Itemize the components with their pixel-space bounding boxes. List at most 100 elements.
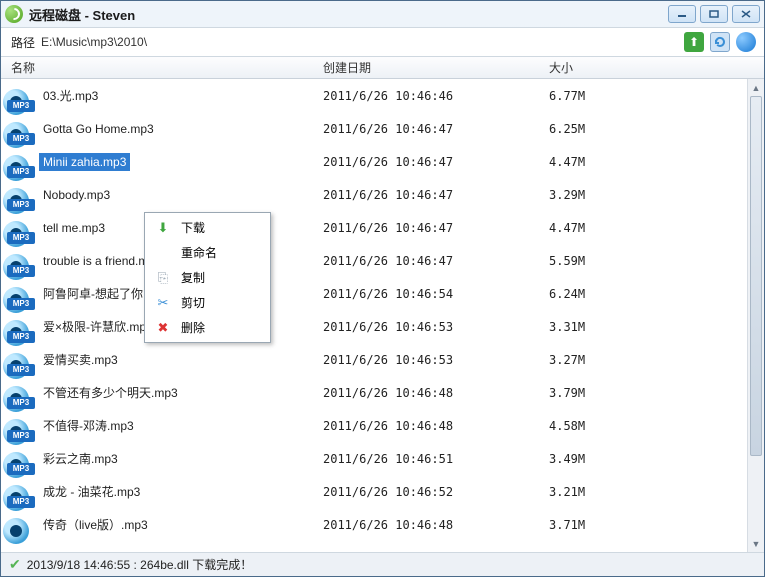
file-row[interactable]: MP3Minii zahia.mp32011/6/26 10:46:474.47… xyxy=(1,145,764,178)
path-bar: 路径 E:\Music\mp3\2010\ ⬆ xyxy=(1,27,764,57)
file-size: 3.49M xyxy=(549,452,764,466)
context-icon xyxy=(155,245,171,261)
scrollbar[interactable]: ▲ ▼ xyxy=(747,79,764,552)
file-name-cell: MP3Nobody.mp3 xyxy=(1,178,323,211)
file-row[interactable]: MP3成龙 - 油菜花.mp32011/6/26 10:46:523.21M xyxy=(1,475,764,508)
window-title: 远程磁盘 - Steven xyxy=(29,5,135,24)
file-name: Nobody.mp3 xyxy=(39,186,114,204)
context-item[interactable]: ✂ 剪切 xyxy=(147,290,268,315)
file-name-cell: MP3彩云之南.mp3 xyxy=(1,442,323,475)
scroll-down-arrow[interactable]: ▼ xyxy=(748,535,764,552)
file-list[interactable]: MP303.光.mp32011/6/26 10:46:466.77MMP3Got… xyxy=(1,79,764,552)
file-size: 4.47M xyxy=(549,221,764,235)
file-name-cell: MP3不值得-邓涛.mp3 xyxy=(1,409,323,442)
file-name-cell: MP3成龙 - 油菜花.mp3 xyxy=(1,475,323,508)
file-size: 3.31M xyxy=(549,320,764,334)
file-name-cell: MP3Minii zahia.mp3 xyxy=(1,145,323,178)
file-size: 3.21M xyxy=(549,485,764,499)
header-date[interactable]: 创建日期 xyxy=(323,59,549,76)
file-size: 3.27M xyxy=(549,353,764,367)
file-size: 6.25M xyxy=(549,122,764,136)
file-size: 6.77M xyxy=(549,89,764,103)
context-item[interactable]: ⎘ 复制 xyxy=(147,265,268,290)
context-label: 剪切 xyxy=(181,294,205,311)
file-row[interactable]: MP3Nobody.mp32011/6/26 10:46:473.29M xyxy=(1,178,764,211)
file-name-cell: MP3传奇（live版）.mp3 xyxy=(1,508,323,541)
context-icon: ⬇ xyxy=(155,220,171,236)
file-date: 2011/6/26 10:46:47 xyxy=(323,122,549,136)
file-name: 03.光.mp3 xyxy=(39,85,102,106)
file-size: 3.71M xyxy=(549,518,764,532)
file-date: 2011/6/26 10:46:54 xyxy=(323,287,549,301)
file-date: 2011/6/26 10:46:48 xyxy=(323,518,549,532)
context-label: 复制 xyxy=(181,269,205,286)
file-date: 2011/6/26 10:46:48 xyxy=(323,419,549,433)
maximize-button[interactable] xyxy=(700,5,728,23)
check-icon: ✔ xyxy=(9,556,21,573)
file-name-cell: MP303.光.mp3 xyxy=(1,79,323,112)
minimize-button[interactable] xyxy=(668,5,696,23)
file-date: 2011/6/26 10:46:47 xyxy=(323,221,549,235)
file-icon xyxy=(3,518,29,544)
path-value: E:\Music\mp3\2010\ xyxy=(41,35,678,49)
context-item[interactable]: ⬇ 下载 xyxy=(147,215,268,240)
list-header: 名称 创建日期 大小 xyxy=(1,57,764,79)
header-size[interactable]: 大小 xyxy=(549,59,764,76)
path-label: 路径 xyxy=(11,34,35,51)
file-row[interactable]: MP3不管还有多少个明天.mp32011/6/26 10:46:483.79M xyxy=(1,376,764,409)
context-icon: ⎘ xyxy=(155,270,171,286)
file-name: 不值得-邓涛.mp3 xyxy=(39,415,138,436)
status-bar: ✔ 2013/9/18 14:46:55 : 264be.dll 下载完成！ xyxy=(1,552,764,576)
mp3-badge: MP3 xyxy=(7,506,35,544)
file-row[interactable]: MP3传奇（live版）.mp32011/6/26 10:46:483.71M xyxy=(1,508,764,541)
file-name: 爱×极限-许慧欣.mp3 xyxy=(39,316,157,337)
file-size: 4.58M xyxy=(549,419,764,433)
file-size: 4.47M xyxy=(549,155,764,169)
context-item[interactable]: 重命名 xyxy=(147,240,268,265)
file-size: 6.24M xyxy=(549,287,764,301)
file-name-cell: MP3爱情买卖.mp3 xyxy=(1,343,323,376)
file-row[interactable]: MP3彩云之南.mp32011/6/26 10:46:513.49M xyxy=(1,442,764,475)
status-text: 2013/9/18 14:46:55 : 264be.dll 下载完成！ xyxy=(27,556,252,573)
scroll-up-arrow[interactable]: ▲ xyxy=(748,79,764,96)
file-date: 2011/6/26 10:46:52 xyxy=(323,485,549,499)
file-row[interactable]: MP3不值得-邓涛.mp32011/6/26 10:46:484.58M xyxy=(1,409,764,442)
context-icon: ✖ xyxy=(155,320,171,336)
context-icon: ✂ xyxy=(155,295,171,311)
context-label: 重命名 xyxy=(181,244,217,261)
window-controls xyxy=(668,5,760,23)
file-row[interactable]: MP3阿鲁阿卓-想起了你.mp32011/6/26 10:46:546.24M xyxy=(1,277,764,310)
file-row[interactable]: MP3trouble is a friend.mp32011/6/26 10:4… xyxy=(1,244,764,277)
context-item[interactable]: ✖删除 xyxy=(147,315,268,340)
file-row[interactable]: MP303.光.mp32011/6/26 10:46:466.77M xyxy=(1,79,764,112)
refresh-button[interactable] xyxy=(710,32,730,52)
scroll-thumb[interactable] xyxy=(750,96,762,456)
file-date: 2011/6/26 10:46:53 xyxy=(323,353,549,367)
file-area: MP303.光.mp32011/6/26 10:46:466.77MMP3Got… xyxy=(1,79,764,552)
file-name: 彩云之南.mp3 xyxy=(39,448,122,469)
file-row[interactable]: MP3tell me.mp32011/6/26 10:46:474.47M xyxy=(1,211,764,244)
close-button[interactable] xyxy=(732,5,760,23)
file-date: 2011/6/26 10:46:47 xyxy=(323,254,549,268)
file-size: 3.29M xyxy=(549,188,764,202)
file-row[interactable]: MP3爱情买卖.mp32011/6/26 10:46:533.27M xyxy=(1,343,764,376)
file-name: 传奇（live版）.mp3 xyxy=(39,514,152,535)
file-date: 2011/6/26 10:46:46 xyxy=(323,89,549,103)
file-date: 2011/6/26 10:46:47 xyxy=(323,155,549,169)
up-button[interactable]: ⬆ xyxy=(684,32,704,52)
file-name: tell me.mp3 xyxy=(39,219,109,237)
globe-button[interactable] xyxy=(736,32,756,52)
file-date: 2011/6/26 10:46:51 xyxy=(323,452,549,466)
file-name: Minii zahia.mp3 xyxy=(39,153,130,171)
file-name-cell: MP3Gotta Go Home.mp3 xyxy=(1,112,323,145)
file-date: 2011/6/26 10:46:47 xyxy=(323,188,549,202)
title-bar[interactable]: 远程磁盘 - Steven xyxy=(1,1,764,27)
file-name: 爱情买卖.mp3 xyxy=(39,349,122,370)
file-name: 不管还有多少个明天.mp3 xyxy=(39,382,182,403)
file-row[interactable]: MP3Gotta Go Home.mp32011/6/26 10:46:476.… xyxy=(1,112,764,145)
file-date: 2011/6/26 10:46:53 xyxy=(323,320,549,334)
file-name: Gotta Go Home.mp3 xyxy=(39,120,158,138)
file-row[interactable]: MP3爱×极限-许慧欣.mp32011/6/26 10:46:533.31M xyxy=(1,310,764,343)
context-label: 下载 xyxy=(181,219,205,236)
header-name[interactable]: 名称 xyxy=(1,59,323,76)
